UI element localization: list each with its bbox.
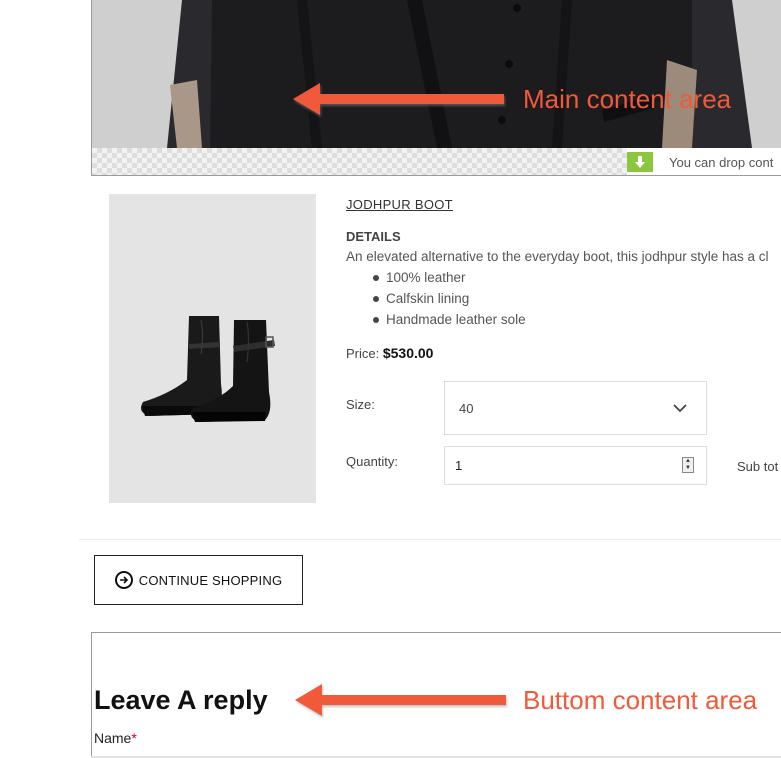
size-select[interactable]: 40: [444, 381, 707, 435]
divider: [79, 539, 781, 540]
bottom-annotation-arrow-icon: [295, 684, 506, 716]
price-label: Price:: [346, 346, 380, 361]
product-description: An elevated alternative to the everyday …: [346, 249, 769, 264]
quantity-stepper[interactable]: 1 ▲ ▼: [444, 446, 707, 485]
continue-shopping-button[interactable]: CONTINUE SHOPPING: [94, 555, 303, 605]
drop-zone-text: You can drop cont: [669, 154, 774, 170]
quantity-label: Quantity:: [346, 454, 399, 469]
main-annotation-arrow-icon: [293, 83, 504, 115]
size-label: Size:: [346, 397, 375, 412]
arrow-right-circle-icon: [114, 571, 133, 589]
hero-image: [92, 0, 781, 148]
continue-shopping-label: CONTINUE SHOPPING: [138, 572, 283, 588]
reply-heading: Leave A reply: [94, 685, 268, 715]
subtotal-label: Sub tot: [737, 459, 779, 474]
drop-zone[interactable]: You can drop cont: [627, 148, 781, 175]
list-item: Handmade leather sole: [372, 312, 526, 333]
required-mark: *: [131, 730, 137, 746]
list-item: Calfskin lining: [372, 291, 526, 312]
bottom-content-annotation: Buttom content area: [523, 685, 758, 715]
drop-arrow-icon: [627, 152, 653, 172]
drop-zone-strip: You can drop cont: [92, 148, 781, 175]
price-value: $530.00: [382, 345, 434, 361]
name-label-text: Name: [94, 730, 132, 746]
size-value: 40: [459, 401, 474, 416]
price-row: Price: $530.00: [346, 345, 433, 361]
details-heading: DETAILS: [346, 229, 401, 244]
feature-list: 100% leather Calfskin lining Handmade le…: [372, 270, 526, 333]
quantity-value: 1: [455, 458, 463, 473]
spinner-icon[interactable]: ▲ ▼: [682, 457, 694, 473]
product-image[interactable]: [109, 194, 316, 503]
chevron-down-icon: [673, 404, 687, 413]
list-item: 100% leather: [372, 270, 526, 291]
product-title-link[interactable]: JODHPUR BOOT: [346, 197, 453, 212]
name-label: Name*: [94, 730, 137, 746]
main-content-annotation: Main content area: [523, 84, 732, 114]
